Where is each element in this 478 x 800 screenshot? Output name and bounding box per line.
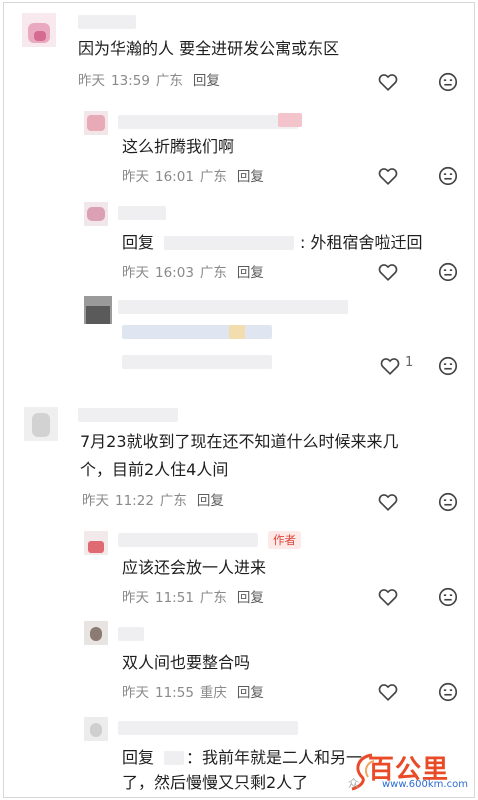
reply-button[interactable]: 回复 [237, 169, 264, 185]
username-blurred[interactable] [118, 115, 298, 129]
comment-text: : 外租宿舍啦迁回 [300, 233, 423, 252]
username-blurred[interactable] [78, 408, 178, 422]
comment-location: 广东 [199, 265, 227, 281]
comment-location: 重庆 [199, 685, 227, 701]
mention-blurred[interactable] [164, 236, 294, 250]
comment-location: 广东 [199, 590, 227, 606]
comment-location: 广东 [159, 493, 187, 509]
reply-button[interactable]: 回复 [193, 73, 220, 89]
comment-date: 昨天 [122, 685, 149, 701]
username-blurred[interactable] [118, 627, 144, 641]
comment-time: 11:55 [155, 685, 194, 701]
username-blurred[interactable] [118, 721, 298, 735]
heart-icon[interactable] [377, 165, 399, 187]
avatar[interactable] [84, 296, 112, 324]
dislike-face-icon[interactable] [437, 71, 459, 93]
reply-button[interactable]: 回复 [237, 685, 264, 701]
avatar[interactable] [84, 717, 108, 741]
comment-text: 应该还会放一人进来 [122, 558, 267, 577]
username-blurred[interactable] [118, 533, 258, 547]
comment-date: 昨天 [122, 265, 149, 281]
wechat-mark: 众 [348, 777, 359, 790]
avatar[interactable] [84, 111, 108, 135]
comment-text-line2: 了，然后慢慢又只剩2人了 [122, 773, 309, 792]
comment-location: 广东 [155, 73, 183, 89]
like-count: 1 [405, 355, 414, 370]
comment-text-line1: 7月23就收到了现在还不知道什么时候来来几 [80, 432, 399, 451]
avatar[interactable] [84, 531, 108, 555]
comment-meta: 昨天 16:03 广东 回复 [122, 261, 270, 281]
username-blurred[interactable] [118, 300, 348, 314]
comment-text: 因为华瀚的人 要全进研发公寓或东区 [78, 39, 340, 58]
emoji-blurred [229, 325, 245, 339]
comment-location: 广东 [199, 169, 227, 185]
comment-meta: 昨天 11:51 广东 回复 [122, 586, 270, 606]
heart-icon[interactable] [377, 586, 399, 608]
comment-meta: 昨天 11:22 广东 回复 [82, 489, 230, 509]
comment-meta: 昨天 16:01 广东 回复 [122, 165, 270, 185]
comment-date: 昨天 [78, 73, 105, 89]
dislike-face-icon[interactable] [437, 355, 459, 377]
avatar[interactable] [22, 13, 56, 47]
comment-thread: 因为华瀚的人 要全进研发公寓或东区 昨天 13:59 广东 回复 这么折腾我们啊 昨天… [3, 2, 475, 798]
comment-meta-blurred [122, 355, 272, 369]
mention-blurred[interactable] [164, 751, 184, 765]
comment-date: 昨天 [122, 169, 149, 185]
heart-icon[interactable] [377, 491, 399, 513]
comment-text-line2: 个，目前2人住4人间 [80, 460, 229, 479]
heart-icon[interactable] [377, 261, 399, 283]
comment-text-blurred [122, 325, 272, 339]
avatar[interactable] [24, 407, 58, 441]
dislike-face-icon[interactable] [437, 586, 459, 608]
username-blurred[interactable] [78, 15, 136, 29]
comment-reply-prefix: 回复 [122, 233, 155, 252]
heart-icon[interactable] [377, 681, 399, 703]
comment-time: 16:03 [155, 265, 194, 281]
author-badge: 作者 [268, 531, 301, 549]
reply-button[interactable]: 回复 [237, 265, 264, 281]
comment-meta: 昨天 11:55 重庆 回复 [122, 681, 270, 701]
dislike-face-icon[interactable] [437, 491, 459, 513]
comment-text: 这么折腾我们啊 [122, 137, 235, 156]
avatar[interactable] [84, 202, 108, 226]
comment-time: 16:01 [155, 169, 194, 185]
comment-text: 双人间也要整合吗 [122, 653, 251, 672]
dislike-face-icon[interactable] [437, 681, 459, 703]
watermark-url: www.600km.com [382, 779, 468, 790]
comment-reply-prefix: 回复 [122, 748, 155, 767]
comment-time: 11:51 [155, 590, 194, 606]
heart-icon[interactable] [379, 355, 401, 377]
avatar[interactable] [84, 621, 108, 645]
site-watermark: 众 百公里 www.600km.com [348, 747, 468, 795]
comment-time: 11:22 [115, 493, 154, 509]
comment-time: 13:59 [111, 73, 150, 89]
dislike-face-icon[interactable] [437, 261, 459, 283]
username-blurred[interactable] [118, 206, 166, 220]
comment-text-line1: ：我前年就是二人和另一 [186, 748, 363, 767]
comment-meta: 昨天 13:59 广东 回复 [78, 69, 226, 89]
comment-date: 昨天 [82, 493, 109, 509]
username-blurred[interactable] [278, 113, 302, 127]
reply-button[interactable]: 回复 [197, 493, 224, 509]
dislike-face-icon[interactable] [437, 165, 459, 187]
comment-date: 昨天 [122, 590, 149, 606]
reply-button[interactable]: 回复 [237, 590, 264, 606]
heart-icon[interactable] [377, 71, 399, 93]
